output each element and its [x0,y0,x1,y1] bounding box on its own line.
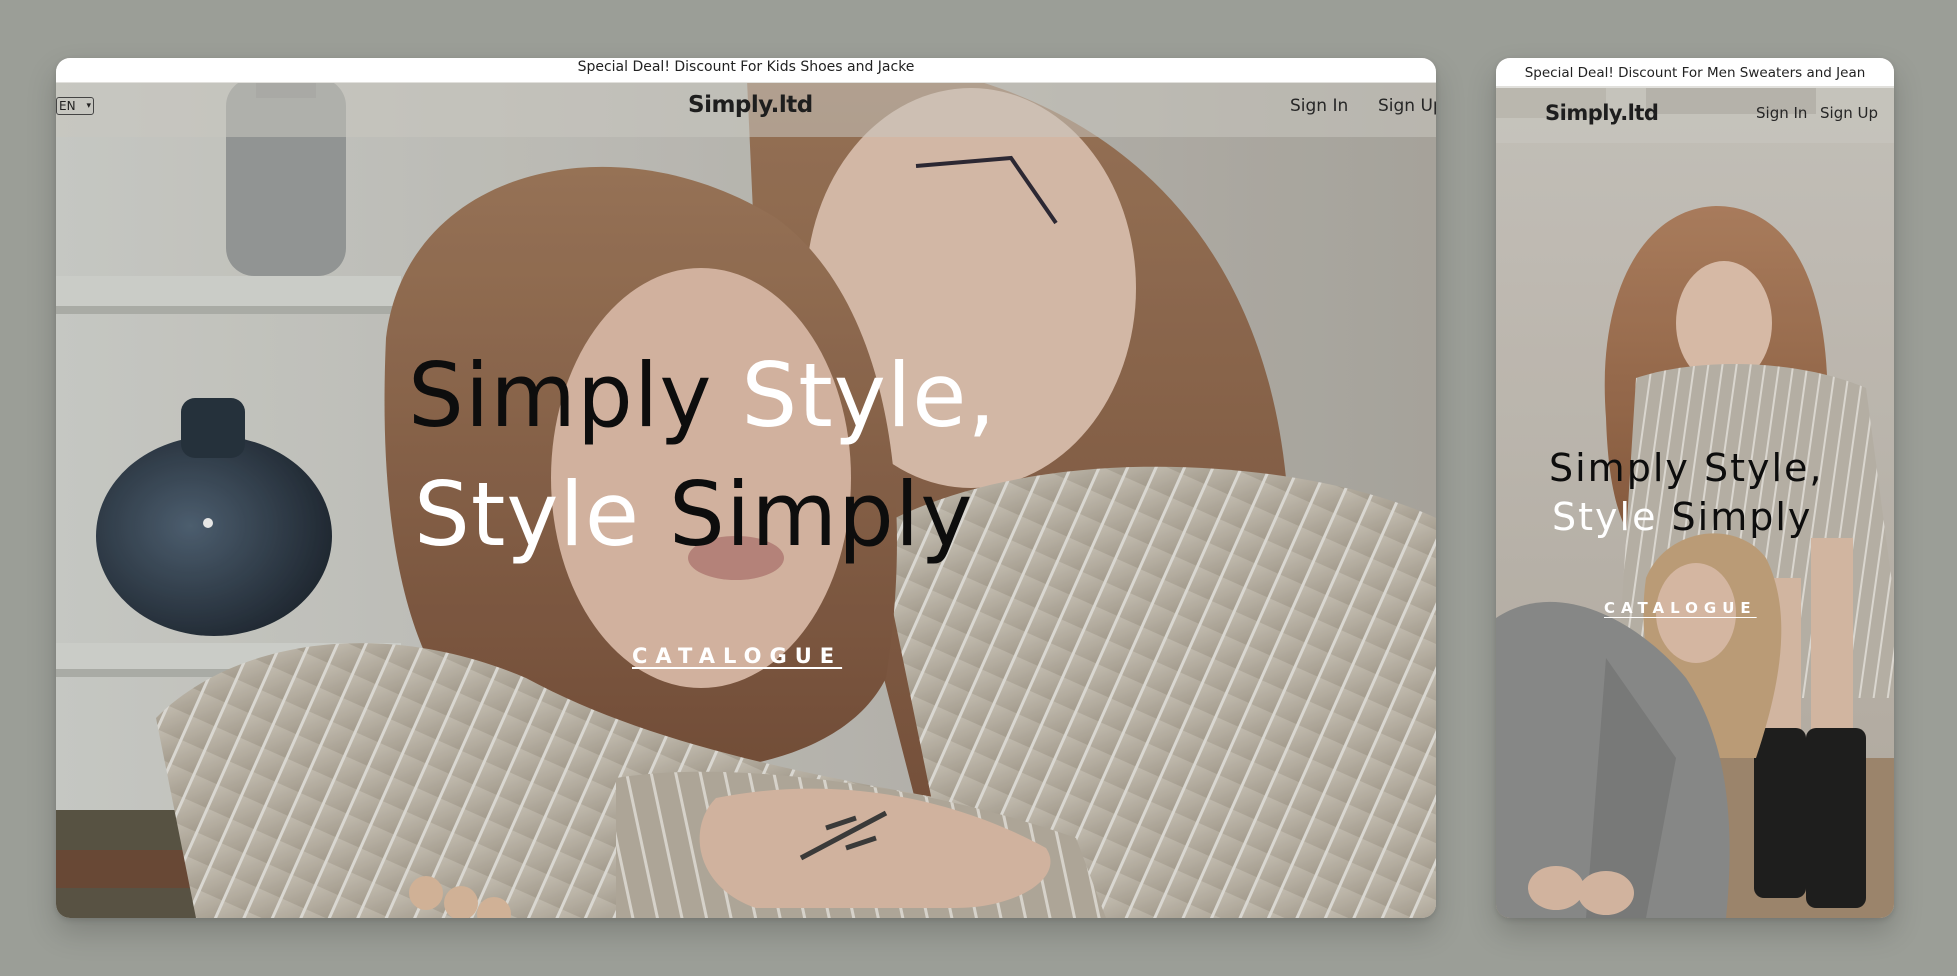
hero-word: Style [414,463,641,566]
promo-banner: Special Deal! Discount For Kids Shoes an… [56,58,1436,83]
sign-in-link[interactable]: Sign In [1290,96,1348,116]
brand-logo[interactable]: Simply.ltd [688,92,813,118]
promo-banner: Special Deal! Discount For Men Sweaters … [1496,58,1894,88]
showcase-stage: Special Deal! Discount For Kids Shoes an… [0,0,1957,976]
hero-word: Simply [408,344,713,447]
catalogue-link[interactable]: CATALOGUE [632,644,842,668]
sign-up-link[interactable]: Sign Up [1820,104,1878,122]
language-value: EN [59,99,76,113]
hero-word: Style [1552,495,1658,539]
hero-word: Simply [1671,495,1813,539]
desktop-mockup: Special Deal! Discount For Kids Shoes an… [56,58,1436,918]
hero-headline-line1: Simply Style, [408,344,996,447]
language-select[interactable]: EN ▾ [56,97,94,115]
catalogue-link[interactable]: CATALOGUE [1604,599,1757,617]
hero-word: Simply [669,463,974,566]
hero-headline-line2: Style Simply [1552,495,1812,539]
hero-word: Style, [741,344,997,447]
sign-up-link[interactable]: Sign Up [1378,96,1436,116]
brand-logo[interactable]: Simply.ltd [1545,101,1659,125]
chevron-down-icon: ▾ [86,101,91,111]
hero-headline-line2: Style Simply [414,463,973,566]
hero-headline-line1: Simply Style, [1549,446,1824,490]
mobile-mockup: Special Deal! Discount For Men Sweaters … [1496,58,1894,918]
sign-in-link[interactable]: Sign In [1756,104,1807,122]
top-navbar: Simply.ltd Sign In Sign Up [1496,86,1894,143]
top-navbar: EN ▾ Simply.ltd Sign In Sign Up [56,82,1436,137]
